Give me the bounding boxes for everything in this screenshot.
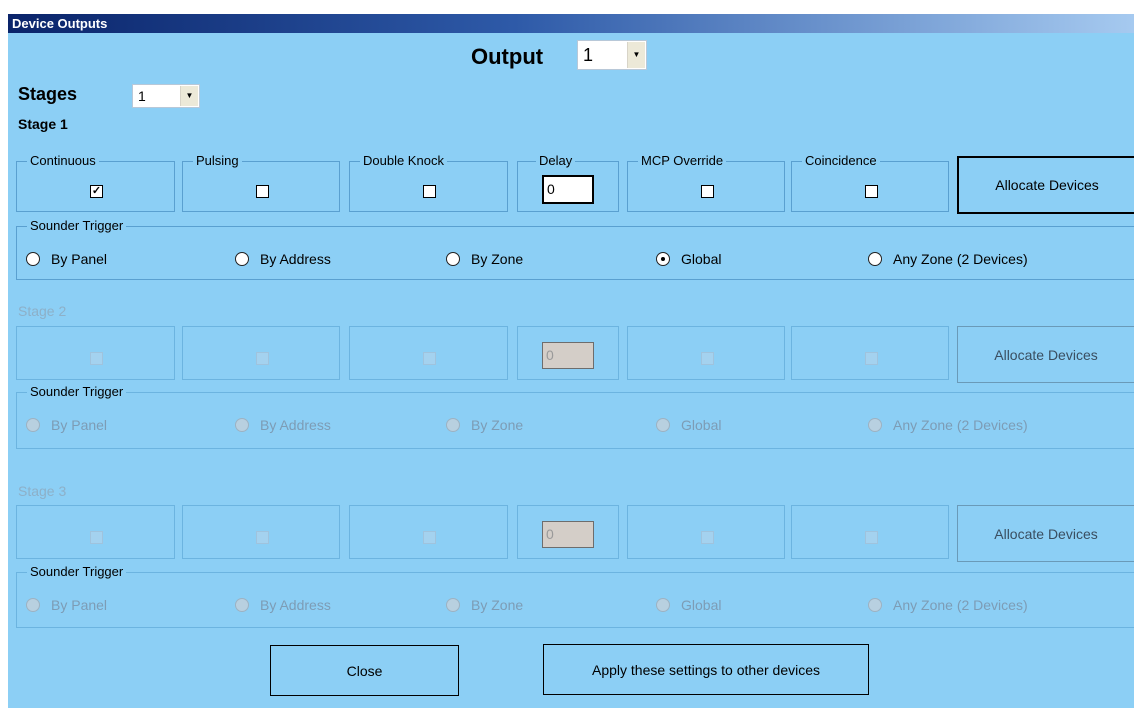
stage3-radio-by-address[interactable]: By Address — [235, 597, 331, 613]
stage1-title: Stage 1 — [18, 116, 68, 132]
radio-icon — [446, 598, 460, 612]
stage1-radio-by-zone[interactable]: By Zone — [446, 251, 523, 267]
chevron-down-icon[interactable]: ▼ — [180, 86, 198, 106]
stages-select[interactable]: 1 ▼ — [132, 84, 200, 108]
stage2-mcp-override-checkbox[interactable] — [701, 352, 714, 365]
stage2-delay-group: 0 — [517, 326, 619, 380]
stage3-coincidence-checkbox[interactable] — [865, 531, 878, 544]
radio-selected-icon — [656, 252, 670, 266]
double-knock-label: Double Knock — [360, 153, 447, 169]
stage3-delay-input[interactable]: 0 — [542, 521, 594, 548]
stage3-radio-by-panel[interactable]: By Panel — [26, 597, 107, 613]
stage2-double-knock-checkbox[interactable] — [423, 352, 436, 365]
apply-to-other-devices-button[interactable]: Apply these settings to other devices — [543, 644, 869, 695]
stage3-radio-global[interactable]: Global — [656, 597, 721, 613]
mcp-override-label: MCP Override — [638, 153, 727, 169]
radio-icon — [26, 418, 40, 432]
stage3-double-knock-checkbox[interactable] — [423, 531, 436, 544]
sounder-trigger-label: Sounder Trigger — [27, 218, 127, 234]
stage2-radio-global[interactable]: Global — [656, 417, 721, 433]
stage3-radio-any-zone[interactable]: Any Zone (2 Devices) — [868, 597, 1028, 613]
stage3-pulsing-checkbox[interactable] — [256, 531, 269, 544]
continuous-group: Continuous ✓ — [16, 153, 175, 212]
stage1-radio-by-panel[interactable]: By Panel — [26, 251, 107, 267]
stage2-radio-by-zone[interactable]: By Zone — [446, 417, 523, 433]
mcp-override-group: MCP Override — [627, 153, 785, 212]
radio-icon — [235, 252, 249, 266]
stage2-pulsing-checkbox[interactable] — [256, 352, 269, 365]
device-outputs-window: Device Outputs Output 1 ▼ Stages 1 ▼ Sta… — [8, 14, 1134, 708]
stage2-allocate-devices-button[interactable]: Allocate Devices — [957, 326, 1134, 383]
stage2-pulsing-group — [182, 326, 340, 380]
continuous-label: Continuous — [27, 153, 99, 169]
sounder-trigger-label: Sounder Trigger — [27, 384, 127, 400]
window-title-bar: Device Outputs — [8, 14, 1134, 33]
radio-icon — [868, 598, 882, 612]
stage1-radio-any-zone[interactable]: Any Zone (2 Devices) — [868, 251, 1028, 267]
stage3-radio-by-zone[interactable]: By Zone — [446, 597, 523, 613]
stage3-mcp-override-group — [627, 505, 785, 559]
pulsing-group: Pulsing — [182, 153, 340, 212]
check-icon: ✓ — [91, 185, 102, 197]
stage3-continuous-checkbox[interactable] — [90, 531, 103, 544]
stages-label: Stages — [18, 84, 78, 104]
pulsing-label: Pulsing — [193, 153, 242, 169]
stage2-continuous-group — [16, 326, 175, 380]
stage2-delay-input[interactable]: 0 — [542, 342, 594, 369]
sounder-trigger-label: Sounder Trigger — [27, 564, 127, 580]
radio-icon — [235, 418, 249, 432]
double-knock-checkbox[interactable] — [423, 185, 436, 198]
delay-group: Delay 0 — [517, 153, 619, 212]
continuous-checkbox[interactable]: ✓ — [90, 185, 103, 198]
pulsing-checkbox[interactable] — [256, 185, 269, 198]
double-knock-group: Double Knock — [349, 153, 508, 212]
radio-icon — [868, 418, 882, 432]
delay-input[interactable]: 0 — [542, 175, 594, 204]
stage2-sounder-trigger-group: Sounder Trigger By Panel By Address By Z… — [16, 384, 1134, 449]
radio-icon — [656, 598, 670, 612]
output-select-value: 1 — [583, 45, 594, 65]
stage2-radio-by-panel[interactable]: By Panel — [26, 417, 107, 433]
output-select[interactable]: 1 ▼ — [577, 40, 647, 70]
stage2-radio-any-zone[interactable]: Any Zone (2 Devices) — [868, 417, 1028, 433]
stage3-allocate-devices-button[interactable]: Allocate Devices — [957, 505, 1134, 562]
stage2-mcp-override-group — [627, 326, 785, 380]
coincidence-checkbox[interactable] — [865, 185, 878, 198]
stages-select-value: 1 — [138, 88, 146, 104]
delay-label: Delay — [536, 153, 576, 169]
stage2-coincidence-checkbox[interactable] — [865, 352, 878, 365]
stage3-double-knock-group — [349, 505, 508, 559]
radio-icon — [26, 252, 40, 266]
mcp-override-checkbox[interactable] — [701, 185, 714, 198]
stage3-pulsing-group — [182, 505, 340, 559]
coincidence-label: Coincidence — [802, 153, 880, 169]
stage3-title: Stage 3 — [18, 483, 67, 499]
stage2-radio-by-address[interactable]: By Address — [235, 417, 331, 433]
radio-icon — [235, 598, 249, 612]
stage2-continuous-checkbox[interactable] — [90, 352, 103, 365]
close-button[interactable]: Close — [270, 645, 459, 696]
stage2-double-knock-group — [349, 326, 508, 380]
stage3-delay-group: 0 — [517, 505, 619, 559]
stage1-sounder-trigger-group: Sounder Trigger By Panel By Address By Z… — [16, 218, 1134, 280]
stage1-radio-global[interactable]: Global — [656, 251, 721, 267]
stage3-sounder-trigger-group: Sounder Trigger By Panel By Address By Z… — [16, 564, 1134, 628]
radio-icon — [446, 418, 460, 432]
stage1-allocate-devices-button[interactable]: Allocate Devices — [957, 156, 1134, 214]
coincidence-group: Coincidence — [791, 153, 949, 212]
stage3-coincidence-group — [791, 505, 949, 559]
radio-icon — [446, 252, 460, 266]
stage1-radio-by-address[interactable]: By Address — [235, 251, 331, 267]
stage3-mcp-override-checkbox[interactable] — [701, 531, 714, 544]
radio-icon — [868, 252, 882, 266]
radio-icon — [26, 598, 40, 612]
stage2-title: Stage 2 — [18, 303, 67, 319]
output-label: Output — [471, 44, 544, 69]
stage2-coincidence-group — [791, 326, 949, 380]
chevron-down-icon[interactable]: ▼ — [627, 42, 645, 68]
radio-icon — [656, 418, 670, 432]
stage3-continuous-group — [16, 505, 175, 559]
